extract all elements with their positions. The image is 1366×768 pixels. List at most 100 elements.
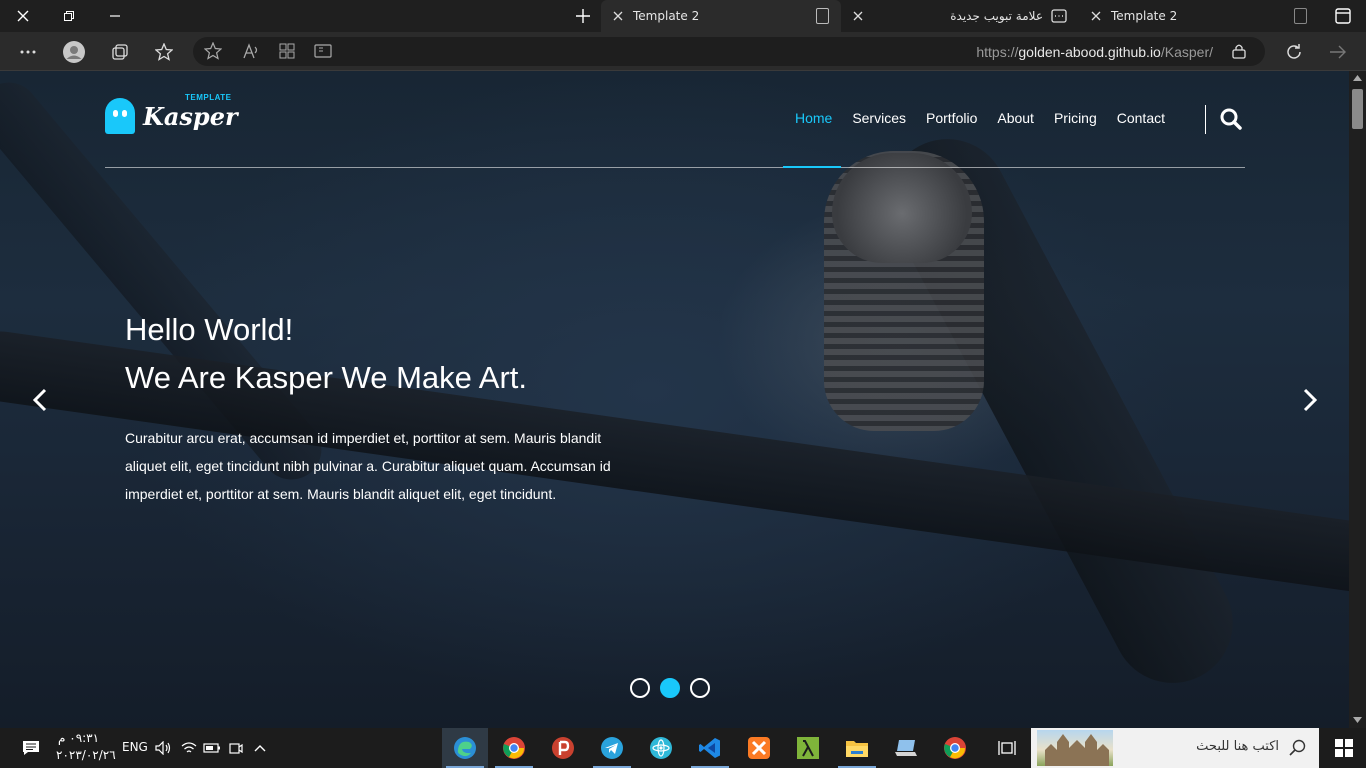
hero-title-line-1: Hello World!	[125, 312, 294, 347]
nav-services[interactable]: Services	[852, 110, 906, 126]
nav-about[interactable]: About	[997, 110, 1034, 126]
search-icon	[1289, 739, 1306, 756]
telegram-icon	[601, 737, 623, 759]
lock-icon	[1232, 44, 1246, 59]
arrow-right-icon	[1330, 45, 1346, 59]
settings-menu-button[interactable]	[16, 40, 40, 64]
slider-next-button[interactable]	[1300, 387, 1320, 413]
plus-icon	[576, 9, 590, 23]
chrome-icon	[944, 737, 966, 759]
tab-new-tab[interactable]: علامة تبويب جديدة	[841, 0, 1079, 32]
nav-portfolio[interactable]: Portfolio	[926, 110, 977, 126]
taskbar-chrome-2[interactable]	[932, 728, 978, 768]
read-aloud-icon	[243, 43, 258, 59]
refresh-icon	[1287, 44, 1301, 59]
new-tab-page-icon	[1051, 9, 1067, 23]
taskbar-telegram[interactable]	[589, 728, 635, 768]
scroll-up-icon[interactable]	[1353, 75, 1362, 81]
tab-actions-button[interactable]	[1320, 0, 1366, 32]
site-info-button[interactable]	[1227, 39, 1251, 63]
refresh-button[interactable]	[1282, 40, 1306, 64]
show-hidden-icons-button[interactable]	[237, 728, 283, 768]
folder-icon	[846, 741, 868, 757]
tab-strip: Template 2 علامة تبويب جديدة Template 2	[0, 0, 1366, 32]
close-tab-icon[interactable]	[1089, 9, 1103, 23]
avatar-icon	[63, 41, 85, 63]
close-icon	[17, 10, 29, 22]
nav-contact[interactable]: Contact	[1117, 110, 1165, 126]
page-icon	[1294, 8, 1307, 24]
taskbar-chrome[interactable]	[491, 728, 537, 768]
minimize-window-button[interactable]	[92, 0, 138, 32]
tab-template-2-active[interactable]: Template 2	[601, 0, 841, 32]
close-tab-icon[interactable]	[851, 9, 865, 23]
scroll-thumb[interactable]	[1352, 89, 1363, 129]
favorites-button[interactable]	[152, 40, 176, 64]
slider-bullet-1[interactable]	[630, 678, 650, 698]
url-host: golden-abood.github.io	[1018, 44, 1161, 60]
nav-divider	[1205, 105, 1206, 134]
taskbar-edge[interactable]	[442, 728, 488, 768]
forward-button[interactable]	[1326, 40, 1350, 64]
slider-bullet-3[interactable]	[690, 678, 710, 698]
tab-label: Template 2	[1111, 9, 1178, 23]
task-view-button[interactable]	[984, 728, 1030, 768]
apps-button[interactable]	[275, 39, 299, 63]
start-button[interactable]	[1321, 728, 1366, 768]
restore-window-button[interactable]	[46, 0, 92, 32]
logo-text: TEMPLATE Kasper	[143, 93, 238, 131]
close-tab-icon[interactable]	[611, 9, 625, 23]
taskbar-electron-app[interactable]	[638, 728, 684, 768]
lambda-icon	[797, 737, 819, 759]
chevron-right-icon	[1303, 388, 1318, 412]
taskbar-xampp[interactable]	[736, 728, 782, 768]
browser-toolbar: https://golden-abood.github.io/Kasper/	[0, 32, 1366, 71]
search-icon	[1220, 108, 1242, 130]
electron-icon	[650, 737, 672, 759]
nav-pricing[interactable]: Pricing	[1054, 110, 1097, 126]
xampp-icon	[748, 737, 770, 759]
favorites-icon	[155, 43, 173, 61]
slider-prev-button[interactable]	[30, 387, 50, 413]
add-favorite-button[interactable]	[201, 39, 225, 63]
collections-icon	[112, 44, 128, 60]
chrome-icon	[503, 737, 525, 759]
star-add-icon	[204, 42, 222, 60]
taskbar-search-box[interactable]: اكتب هنا للبحث	[1031, 728, 1319, 768]
slider-bullets	[630, 678, 720, 698]
read-aloud-button[interactable]	[239, 39, 263, 63]
vscode-icon	[699, 738, 720, 758]
notifications-button[interactable]	[8, 728, 54, 768]
close-window-button[interactable]	[0, 0, 46, 32]
tab-template-2[interactable]: Template 2	[1079, 0, 1319, 32]
scroll-down-icon[interactable]	[1353, 717, 1362, 723]
profile-button[interactable]	[62, 40, 86, 64]
url-scheme: https://	[976, 44, 1019, 60]
nav-home[interactable]: Home	[795, 110, 832, 126]
search-placeholder: اكتب هنا للبحث	[1196, 739, 1279, 754]
page-scrollbar[interactable]	[1349, 71, 1366, 728]
collections-button[interactable]	[108, 40, 132, 64]
notifications-icon	[23, 741, 39, 755]
ghost-logo-icon	[105, 98, 135, 134]
address-bar[interactable]: https://golden-abood.github.io/Kasper/	[193, 37, 1265, 66]
slider-bullet-2[interactable]	[660, 678, 680, 698]
clock-time[interactable]: ٠٩:٣١ م	[58, 731, 99, 745]
site-logo[interactable]: TEMPLATE Kasper	[105, 93, 238, 134]
chevron-up-icon	[254, 745, 266, 752]
task-view-icon	[998, 741, 1016, 755]
taskbar-lambda-app[interactable]	[785, 728, 831, 768]
site-search-button[interactable]	[1219, 107, 1243, 131]
taskbar-vscode[interactable]	[687, 728, 733, 768]
page-viewport: TEMPLATE Kasper Home Services Portfolio …	[0, 71, 1349, 728]
taskbar-file-explorer[interactable]	[834, 728, 880, 768]
hero-title: Hello World! We Are Kasper We Make Art.	[125, 306, 645, 402]
clock-date[interactable]: ٢٠٢٣/٠٢/٢٦	[56, 748, 116, 762]
reader-icon	[314, 44, 332, 58]
url-path: /Kasper/	[1160, 44, 1213, 60]
immersive-reader-button[interactable]	[311, 39, 335, 63]
restore-icon	[64, 11, 74, 21]
taskbar-psiphon[interactable]	[540, 728, 586, 768]
new-tab-button[interactable]	[570, 4, 596, 28]
taskbar-this-pc[interactable]	[883, 728, 929, 768]
